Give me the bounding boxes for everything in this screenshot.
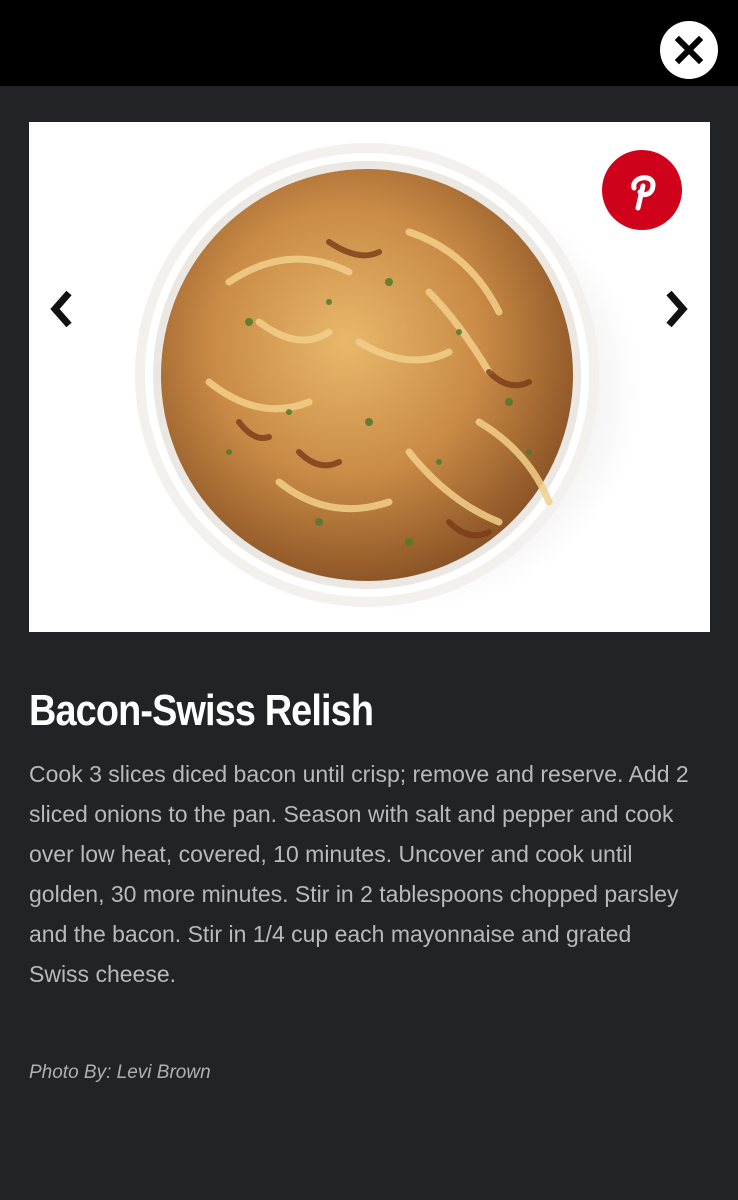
next-slide-button[interactable] bbox=[655, 282, 699, 336]
top-bar bbox=[0, 0, 738, 86]
previous-slide-button[interactable] bbox=[39, 282, 83, 336]
chevron-left-icon bbox=[50, 290, 72, 328]
pinterest-icon bbox=[631, 175, 656, 211]
recipe-photo bbox=[29, 122, 710, 632]
chevron-right-icon bbox=[666, 290, 688, 328]
photo-credit: Photo By: Levi Brown bbox=[29, 1062, 211, 1083]
recipe-description: Cook 3 slices diced bacon until crisp; r… bbox=[29, 761, 689, 987]
pinterest-button[interactable] bbox=[602, 150, 682, 230]
recipe-title: Bacon-Swiss Relish bbox=[29, 686, 374, 735]
close-button[interactable] bbox=[660, 21, 718, 79]
close-icon bbox=[674, 35, 704, 65]
